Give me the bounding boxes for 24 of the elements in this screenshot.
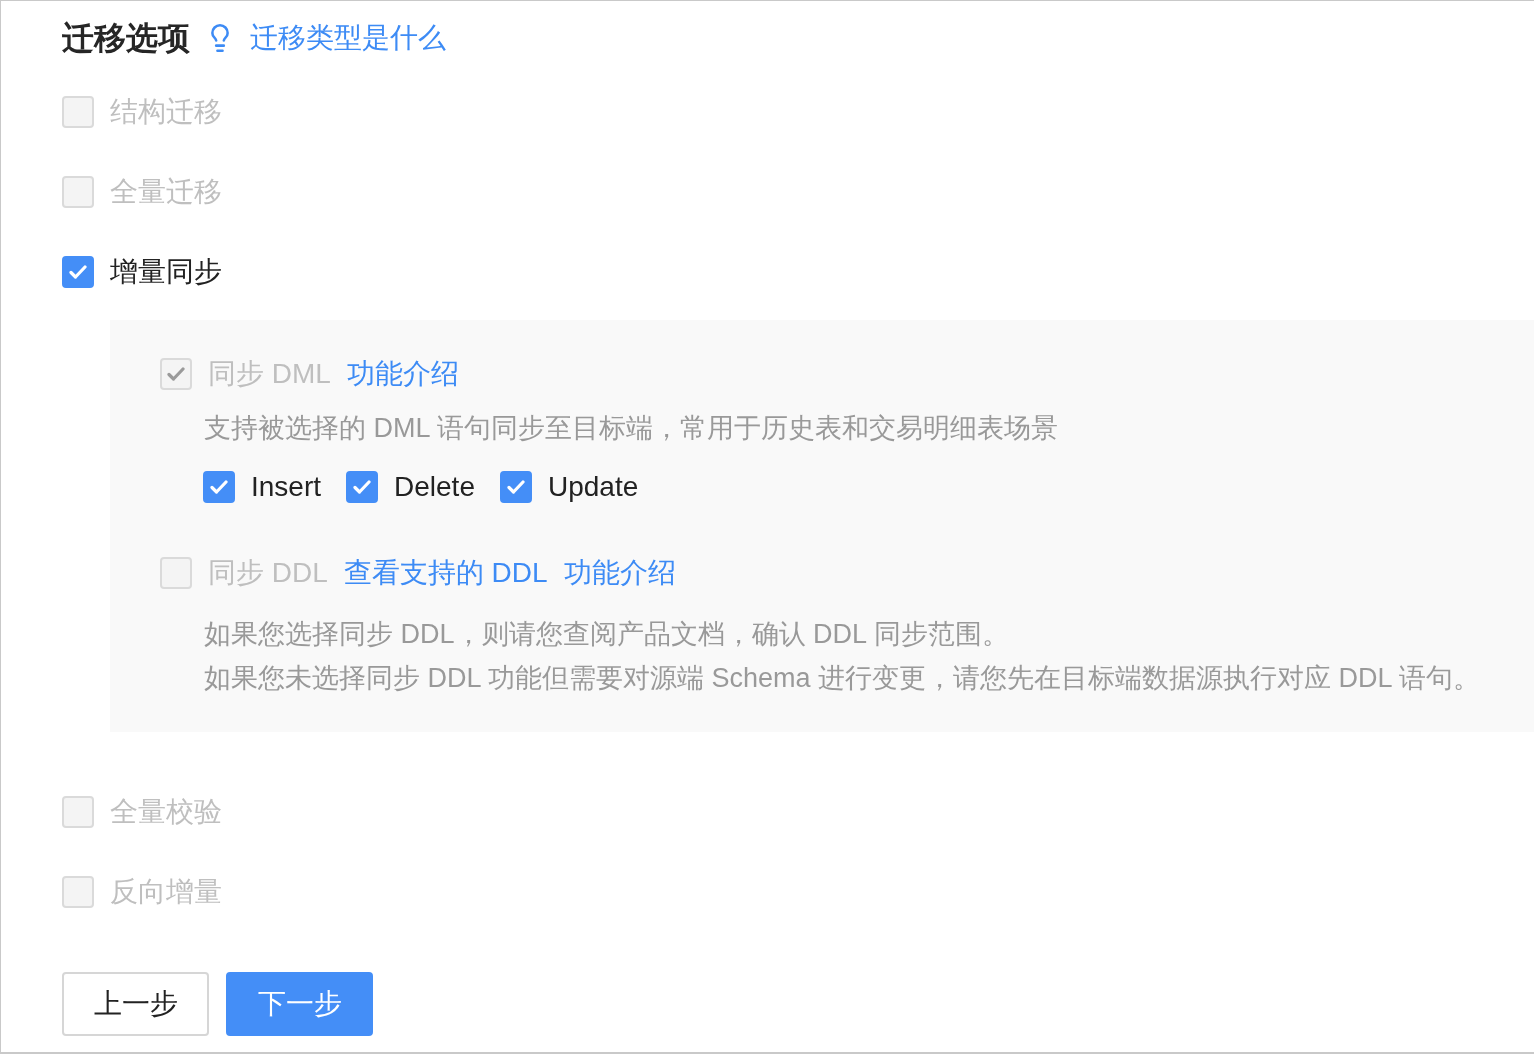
section-title: 迁移选项 bbox=[62, 19, 190, 58]
checkbox-label: Insert bbox=[251, 470, 322, 504]
checkmark-icon bbox=[506, 480, 525, 494]
checkbox-label: Delete bbox=[394, 470, 475, 504]
description-text: 如果您选择同步 DDL，则请您查阅产品文档，确认 DDL 同步范围。 bbox=[204, 618, 1010, 651]
checkbox-label: 全量迁移 bbox=[110, 175, 222, 209]
back-button[interactable]: 上一步 bbox=[62, 972, 209, 1036]
checkmark-icon bbox=[69, 265, 87, 279]
checkmark-icon bbox=[167, 367, 185, 381]
help-link[interactable]: 迁移类型是什么 bbox=[250, 18, 446, 58]
checkmark-icon bbox=[353, 480, 372, 494]
checkmark-icon bbox=[210, 480, 228, 494]
description-text: 支持被选择的 DML 语句同步至目标端，常用于历史表和交易明细表场景 bbox=[204, 412, 1059, 445]
checkbox-label: 增量同步 bbox=[110, 255, 222, 289]
checkbox-label: 全量校验 bbox=[110, 795, 222, 829]
checkbox-label: Update bbox=[547, 470, 639, 504]
lightbulb-icon bbox=[210, 24, 230, 52]
next-button[interactable]: 下一步 bbox=[226, 972, 373, 1036]
checkbox[interactable] bbox=[62, 256, 94, 288]
checkbox-label: 同步 DML bbox=[208, 357, 331, 391]
checkbox-label: 结构迁移 bbox=[110, 95, 222, 129]
checkbox-label: 同步 DDL bbox=[208, 556, 328, 590]
checkbox-label: 反向增量 bbox=[110, 875, 222, 909]
description-text: 如果您未选择同步 DDL 功能但需要对源端 Schema 进行变更，请您先在目标端数据源执行对应 DDL 语句。 bbox=[204, 662, 1482, 695]
